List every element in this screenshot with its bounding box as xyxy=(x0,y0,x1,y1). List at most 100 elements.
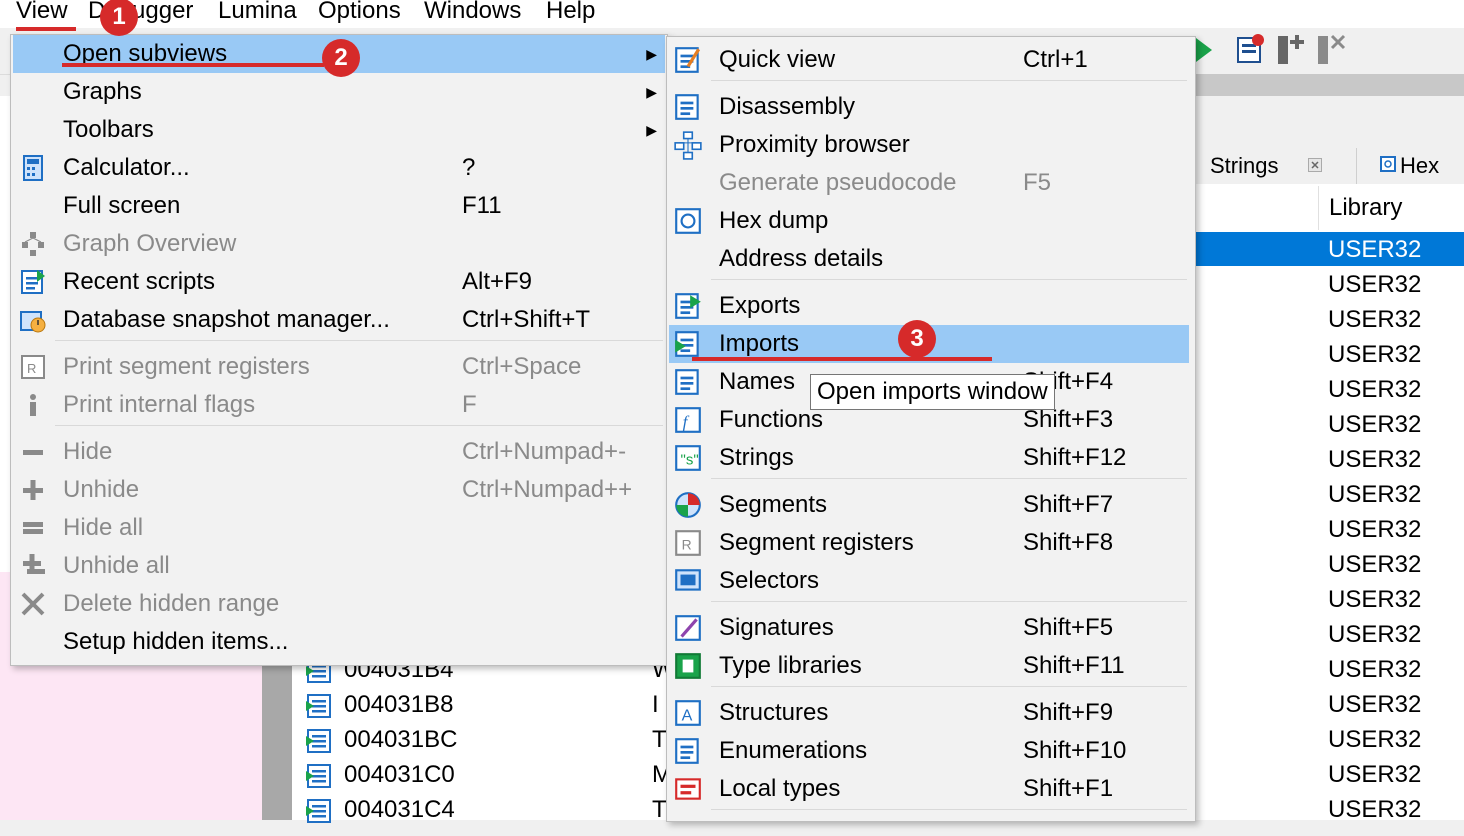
menu-item-label: Graphs xyxy=(63,78,142,105)
address-value: 004031C4 xyxy=(344,796,455,823)
submenu-item-label: Selectors xyxy=(719,567,820,594)
library-column-header[interactable]: Library xyxy=(1318,186,1402,230)
menu-item-unhide-all[interactable]: Unhide all xyxy=(13,547,665,585)
menu-item-label: Graph Overview xyxy=(63,230,237,257)
menu-item-hide-all[interactable]: Hide all xyxy=(13,509,665,547)
segment-registers-icon: R xyxy=(19,353,47,381)
list-item[interactable]: 004031BC xyxy=(306,722,457,757)
exports-icon xyxy=(673,291,703,321)
menu-item-database-snapshot-manager[interactable]: Database snapshot manager... Ctrl+Shift+T xyxy=(13,301,665,339)
submenu-item-strings[interactable]: "s" Strings Shift+F12 xyxy=(669,439,1189,477)
menu-item-graphs[interactable]: Graphs ▶ xyxy=(13,73,665,111)
menu-item-label: Hide all xyxy=(63,514,144,541)
menu-item-calculator[interactable]: Calculator...? xyxy=(13,149,665,187)
menu-options[interactable]: Options xyxy=(318,0,401,28)
submenu-item-local-types[interactable]: Local types Shift+F1 xyxy=(669,770,1189,808)
menu-item-hide[interactable]: Hide Ctrl+Numpad+- xyxy=(13,433,665,471)
functions-icon: f xyxy=(673,405,703,435)
menu-item-print-segment-registers[interactable]: R Print segment registers Ctrl+Space xyxy=(13,348,665,386)
library-cell[interactable]: USER32 xyxy=(1318,687,1464,722)
menu-item-delete-hidden-range[interactable]: Delete hidden range xyxy=(13,585,665,623)
library-cell[interactable]: USER32 xyxy=(1318,757,1464,792)
submenu-item-segment-registers[interactable]: R Segment registers Shift+F8 xyxy=(669,524,1189,562)
hex-dump-icon xyxy=(673,206,703,236)
submenu-item-shortcut: Shift+F10 xyxy=(1023,737,1127,764)
list-item[interactable]: 004031C4 xyxy=(306,792,455,827)
menu-item-setup-hidden-items[interactable]: Setup hidden items... xyxy=(13,623,665,661)
library-cell[interactable]: USER32 xyxy=(1318,792,1464,827)
info-icon xyxy=(19,391,47,419)
tab-strings[interactable]: Strings xyxy=(1210,152,1278,180)
selectors-icon xyxy=(673,566,703,596)
submenu-item-segments[interactable]: Segments Shift+F7 xyxy=(669,486,1189,524)
menu-separator xyxy=(711,601,1187,602)
library-cell[interactable]: USER32 xyxy=(1318,547,1464,582)
menu-item-label: Unhide xyxy=(63,476,140,503)
structures-icon: A xyxy=(673,698,703,728)
library-cell[interactable]: USER32 xyxy=(1318,722,1464,757)
submenu-item-label: Signatures xyxy=(719,614,834,641)
close-icon[interactable] xyxy=(1308,158,1322,172)
menu-item-shortcut: Ctrl+Shift+T xyxy=(462,306,591,333)
library-cell[interactable]: USER32 xyxy=(1318,337,1464,372)
submenu-item-proximity-browser[interactable]: Proximity browser xyxy=(669,126,1189,164)
library-cell[interactable]: USER32 xyxy=(1318,512,1464,547)
menu-help[interactable]: Help xyxy=(546,0,595,28)
submenu-item-quick-view[interactable]: Quick view Ctrl+1 xyxy=(669,41,1189,79)
open-subviews-submenu: Quick view Ctrl+1 Disassembly Proximity bro… xyxy=(666,36,1196,822)
menu-lumina[interactable]: Lumina xyxy=(218,0,297,28)
submenu-item-exports[interactable]: Exports xyxy=(669,287,1189,325)
submenu-item-label: Structures xyxy=(719,699,829,726)
submenu-item-signatures[interactable]: Signatures Shift+F5 xyxy=(669,609,1189,647)
menu-separator xyxy=(55,425,663,426)
submenu-item-type-libraries[interactable]: Type libraries Shift+F11 xyxy=(669,647,1189,685)
add-breakpoint-icon[interactable] xyxy=(1274,32,1308,66)
menu-item-toolbars[interactable]: Toolbars ▶ xyxy=(13,111,665,149)
enumerations-icon xyxy=(673,736,703,766)
address-value: 004031C0 xyxy=(344,761,455,788)
submenu-item-generate-pseudocode[interactable]: Generate pseudocode F5 xyxy=(669,164,1189,202)
submenu-item-shortcut: Shift+F1 xyxy=(1023,775,1114,802)
menu-item-full-screen[interactable]: Full screen F11 xyxy=(13,187,665,225)
menu-item-label: Print internal flags xyxy=(63,391,256,418)
remove-breakpoint-icon[interactable] xyxy=(1314,32,1348,66)
breakpoint-list-icon[interactable] xyxy=(1234,32,1266,66)
library-cell[interactable]: USER32 xyxy=(1318,232,1464,267)
submenu-item-shortcut: Shift+F12 xyxy=(1023,444,1127,471)
library-cell[interactable]: USER32 xyxy=(1318,372,1464,407)
list-item[interactable]: 004031C0 xyxy=(306,757,455,792)
menu-separator xyxy=(711,279,1187,280)
submenu-item-structures[interactable]: A Structures Shift+F9 xyxy=(669,694,1189,732)
menu-item-graph-overview[interactable]: Graph Overview xyxy=(13,225,665,263)
library-cell[interactable]: USER32 xyxy=(1318,617,1464,652)
library-cell[interactable]: USER32 xyxy=(1318,652,1464,687)
menu-item-print-internal-flags[interactable]: Print internal flags F xyxy=(13,386,665,424)
graph-overview-icon xyxy=(19,230,47,258)
submenu-item-hex-dump[interactable]: Hex dump xyxy=(669,202,1189,240)
submenu-item-disassembly[interactable]: Disassembly xyxy=(669,88,1189,126)
library-cell[interactable]: USER32 xyxy=(1318,477,1464,512)
segment-registers-icon: R xyxy=(673,528,703,558)
menu-item-unhide[interactable]: Unhide Ctrl+Numpad++ xyxy=(13,471,665,509)
submenu-item-shortcut: Ctrl+1 xyxy=(1023,46,1088,73)
submenu-item-label: Functions xyxy=(719,406,824,433)
submenu-item-address-details[interactable]: Address details xyxy=(669,240,1189,278)
list-item[interactable]: 004031B8 xyxy=(306,687,453,722)
submenu-item-label: Strings xyxy=(719,444,794,471)
library-cell[interactable]: USER32 xyxy=(1318,267,1464,302)
menu-item-shortcut: F11 xyxy=(462,192,502,219)
strings-icon: "s" xyxy=(673,443,703,473)
menu-windows[interactable]: Windows xyxy=(424,0,521,28)
snapshot-icon xyxy=(19,306,47,334)
submenu-item-shortcut: Shift+F5 xyxy=(1023,614,1114,641)
menu-item-recent-scripts[interactable]: Recent scripts Alt+F9 xyxy=(13,263,665,301)
menu-view[interactable]: View xyxy=(16,0,68,28)
library-cell[interactable]: USER32 xyxy=(1318,582,1464,617)
library-cell[interactable]: USER32 xyxy=(1318,302,1464,337)
submenu-item-enumerations[interactable]: Enumerations Shift+F10 xyxy=(669,732,1189,770)
menu-item-shortcut: Alt+F9 xyxy=(462,268,533,295)
segments-icon xyxy=(673,490,703,520)
submenu-item-selectors[interactable]: Selectors xyxy=(669,562,1189,600)
library-cell[interactable]: USER32 xyxy=(1318,442,1464,477)
library-cell[interactable]: USER32 xyxy=(1318,407,1464,442)
